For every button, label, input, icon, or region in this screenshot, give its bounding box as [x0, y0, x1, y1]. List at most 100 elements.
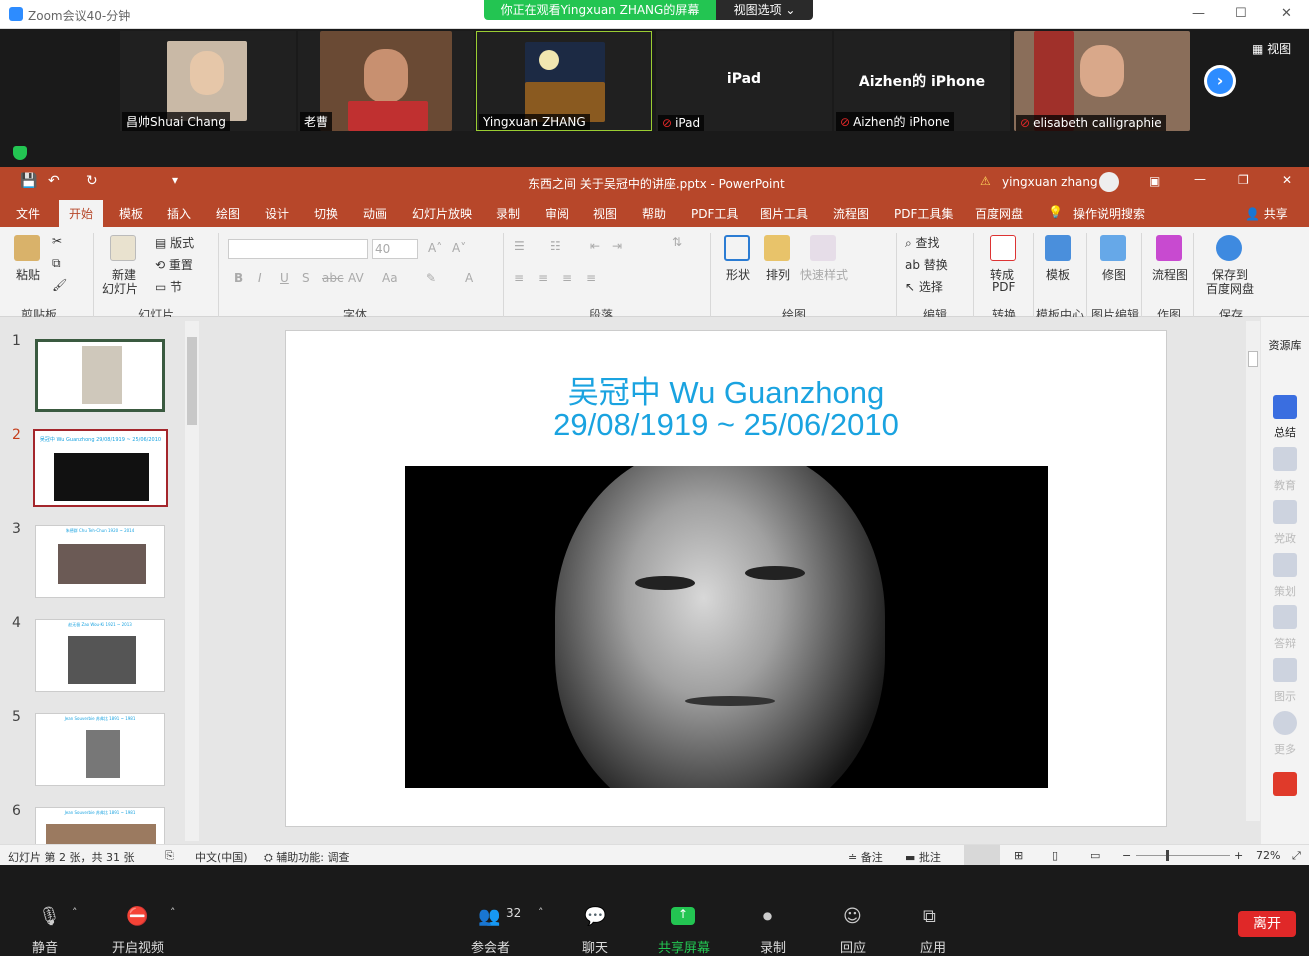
text-direction-icon[interactable]: ⇅: [672, 235, 682, 249]
numbering-icon[interactable]: ☷: [550, 239, 561, 253]
tab-home[interactable]: 开始: [59, 200, 104, 227]
participants-label[interactable]: 参会者: [471, 937, 510, 956]
ribbon-display-icon[interactable]: ▣: [1149, 174, 1160, 188]
record-label[interactable]: 录制: [760, 937, 786, 956]
share-screen-label[interactable]: 共享屏幕: [658, 937, 710, 956]
thumbnails-scrollbar[interactable]: [185, 321, 199, 841]
minimize-icon[interactable]: —: [1192, 6, 1205, 21]
slide-scrollbar[interactable]: [1246, 321, 1260, 821]
copy-icon[interactable]: ⧉: [52, 256, 61, 271]
reactions-label[interactable]: 回应: [840, 937, 866, 956]
video-off-icon[interactable]: ⛔: [126, 906, 148, 927]
tab-transitions[interactable]: 切换: [314, 205, 338, 222]
normal-view-button[interactable]: [964, 845, 1000, 865]
next-page-button[interactable]: ›: [1204, 65, 1236, 97]
scrollbar-thumb[interactable]: [187, 337, 197, 425]
undo-icon[interactable]: ↶: [48, 173, 60, 189]
zoom-slider[interactable]: [1136, 855, 1230, 856]
underline-icon[interactable]: U: [280, 271, 289, 285]
shadow-icon[interactable]: S: [302, 271, 310, 285]
replace-button[interactable]: ab 替换: [905, 256, 948, 273]
flowchart-icon[interactable]: [1156, 235, 1182, 261]
portrait-photo[interactable]: [405, 466, 1048, 788]
chat-label[interactable]: 聊天: [582, 937, 608, 956]
tab-pdf-toolset[interactable]: PDF工具集: [894, 205, 953, 222]
slideshow-icon[interactable]: ▭: [1090, 849, 1100, 862]
close-icon[interactable]: ✕: [1282, 173, 1292, 187]
diagram-icon[interactable]: [1273, 658, 1297, 682]
edit-picture-icon[interactable]: [1100, 235, 1126, 261]
arrange-label[interactable]: 排列: [766, 266, 790, 283]
language[interactable]: 中文(中国): [195, 849, 248, 865]
participant-tile[interactable]: 老曹: [298, 31, 474, 131]
tab-help[interactable]: 帮助: [642, 205, 666, 222]
paste-label[interactable]: 粘贴: [16, 266, 40, 283]
flowchart-label[interactable]: 流程图: [1152, 266, 1188, 283]
chevron-up-icon[interactable]: ˄: [72, 906, 78, 919]
quick-styles-label[interactable]: 快速样式: [800, 266, 848, 283]
slide-canvas[interactable]: 吴冠中 Wu Guanzhong 29/08/1919 ~ 25/06/2010: [285, 330, 1167, 827]
tab-view[interactable]: 视图: [593, 205, 617, 222]
tab-pdf-tools[interactable]: PDF工具: [691, 205, 738, 222]
slide-count[interactable]: 幻灯片 第 2 张，共 31 张: [8, 849, 134, 865]
shapes-label[interactable]: 形状: [726, 266, 750, 283]
slide-title-line2[interactable]: 29/08/1919 ~ 25/06/2010: [286, 407, 1166, 443]
indent-increase-icon[interactable]: ⇥: [612, 239, 622, 253]
to-pdf-label-2[interactable]: PDF: [992, 280, 1015, 294]
tab-review[interactable]: 审阅: [545, 205, 569, 222]
share-button[interactable]: 👤 共享: [1245, 205, 1288, 222]
notes-button[interactable]: ≐ 备注: [848, 849, 883, 865]
char-spacing-icon[interactable]: AV: [348, 271, 364, 285]
share-screen-icon[interactable]: ↑: [671, 907, 695, 925]
zoom-slider-thumb[interactable]: [1166, 850, 1169, 861]
select-button[interactable]: ↖ 选择: [905, 278, 943, 295]
participant-tile[interactable]: iPad ⊘ iPad: [656, 31, 832, 131]
reaction-icon[interactable]: ☺: [843, 906, 862, 927]
thumbnail-slide-3[interactable]: 朱德群 Chu Teh-Chun 1920 ~ 2014: [35, 525, 165, 598]
user-name[interactable]: yingxuan zhang: [1002, 175, 1098, 189]
education-icon[interactable]: [1273, 447, 1297, 471]
close-icon[interactable]: ✕: [1281, 6, 1292, 21]
start-video-label[interactable]: 开启视频: [112, 937, 164, 956]
font-size-input[interactable]: 40: [372, 239, 418, 259]
tab-file[interactable]: 文件: [16, 205, 40, 222]
thumbnail-slide-6[interactable]: Jean Souverbie 苏弗比 1891 ~ 1981: [35, 807, 165, 845]
avatar[interactable]: [1099, 172, 1119, 192]
increase-font-icon[interactable]: A˄: [428, 241, 442, 255]
template-icon[interactable]: [1045, 235, 1071, 261]
format-painter-icon[interactable]: 🖌: [52, 278, 67, 292]
edit-picture-label[interactable]: 修图: [1102, 266, 1126, 283]
chevron-up-icon[interactable]: ˄: [170, 906, 176, 919]
indent-decrease-icon[interactable]: ⇤: [590, 239, 600, 253]
defense-icon[interactable]: [1273, 605, 1297, 629]
resource-item-summary[interactable]: 总结: [1261, 424, 1309, 440]
spell-check-icon[interactable]: ⎘: [165, 849, 174, 863]
reading-view-icon[interactable]: ▯: [1052, 849, 1058, 862]
decrease-font-icon[interactable]: A˅: [452, 241, 466, 255]
slide-title-line1[interactable]: 吴冠中 Wu Guanzhong: [286, 367, 1166, 412]
italic-icon[interactable]: I: [258, 271, 262, 285]
maximize-icon[interactable]: ☐: [1235, 6, 1247, 21]
tab-draw[interactable]: 绘图: [216, 205, 240, 222]
view-button[interactable]: ▦ 视图: [1252, 40, 1291, 57]
resource-item-planning[interactable]: 策划: [1261, 583, 1309, 599]
participant-tile[interactable]: Aizhen的 iPhone ⊘ Aizhen的 iPhone: [834, 31, 1010, 131]
layout-button[interactable]: ▤ 版式: [155, 234, 194, 251]
save-icon[interactable]: 💾: [20, 173, 37, 189]
highlight-icon[interactable]: ✎: [426, 271, 436, 285]
participants-icon[interactable]: 👥: [478, 906, 500, 927]
thumbnail-slide-1[interactable]: [35, 339, 165, 412]
participant-tile[interactable]: 昌帅Shuai Chang: [120, 31, 296, 131]
resource-item-party[interactable]: 党政: [1261, 530, 1309, 546]
change-case-icon[interactable]: Aa: [382, 271, 398, 285]
bold-icon[interactable]: B: [234, 271, 243, 285]
align-left-icon[interactable]: ≡: [514, 271, 524, 285]
participant-tile[interactable]: ⊘ elisabeth calligraphie: [1014, 31, 1190, 131]
resource-item-diagram[interactable]: 图示: [1261, 688, 1309, 704]
chevron-up-icon[interactable]: ˄: [538, 906, 544, 919]
find-button[interactable]: ⌕ 查找: [905, 234, 940, 251]
section-button[interactable]: ▭ 节: [155, 278, 182, 295]
mute-label[interactable]: 静音: [32, 937, 58, 956]
red-envelope-icon[interactable]: [1273, 772, 1297, 796]
thumbnail-slide-5[interactable]: Jean Souverbie 苏弗比 1891 ~ 1981: [35, 713, 165, 786]
